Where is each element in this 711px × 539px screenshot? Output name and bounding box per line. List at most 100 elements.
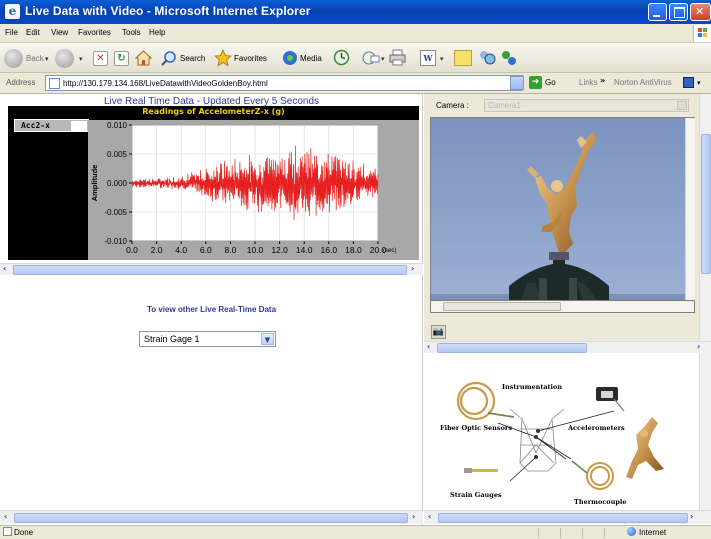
scroll-left-icon[interactable]: ‹ xyxy=(427,342,430,351)
norton-dropdown-icon[interactable]: ▾ xyxy=(697,79,701,87)
scroll-right-icon[interactable]: › xyxy=(690,512,693,521)
norton-icon[interactable] xyxy=(683,77,694,88)
x-tick-label: 16.0 xyxy=(321,245,338,255)
close-button[interactable] xyxy=(690,3,711,21)
msn-icon[interactable] xyxy=(500,49,518,67)
back-arrow-icon[interactable] xyxy=(4,49,23,68)
scroll-thumb[interactable] xyxy=(437,343,587,353)
camera-select-value[interactable]: Camera1 xyxy=(488,101,521,110)
folder-icon[interactable] xyxy=(454,50,472,66)
media-button[interactable]: Media xyxy=(300,54,322,63)
menu-bar: File Edit View Favorites Tools Help xyxy=(0,24,711,43)
data-source-select[interactable]: Strain Gage 1 ▼ xyxy=(139,331,276,347)
y-tick-label: -0.010 xyxy=(104,237,127,246)
page-icon xyxy=(3,527,12,536)
scroll-thumb[interactable] xyxy=(701,134,711,274)
title-bar: e Live Data with Video - Microsoft Inter… xyxy=(0,0,711,24)
chart-legend: Acc2-x xyxy=(14,119,89,132)
address-input[interactable]: http://130.179.134.168/LiveDatawithVideo… xyxy=(45,75,523,91)
scroll-right-icon[interactable]: › xyxy=(411,264,414,273)
scroll-thumb[interactable] xyxy=(438,513,688,523)
edit-dropdown-icon[interactable]: ▾ xyxy=(440,55,444,63)
chevron-down-icon[interactable]: ▼ xyxy=(261,333,274,345)
messenger-icon[interactable] xyxy=(478,49,496,67)
maximize-button[interactable] xyxy=(669,3,688,21)
page-icon xyxy=(49,78,60,89)
word-edit-icon[interactable]: W xyxy=(420,50,436,66)
menu-tools[interactable]: Tools xyxy=(122,28,141,37)
status-divider xyxy=(582,528,583,538)
chevron-more-icon[interactable]: » xyxy=(600,76,605,85)
address-dropdown-icon[interactable] xyxy=(510,76,524,90)
scroll-left-icon[interactable]: ‹ xyxy=(428,512,431,521)
search-button[interactable]: Search xyxy=(180,54,205,63)
address-url[interactable]: http://130.179.134.168/LiveDatawithVideo… xyxy=(63,79,268,88)
legend-swatch xyxy=(71,121,87,131)
stop-icon[interactable]: ✕ xyxy=(93,51,108,66)
media-icon[interactable] xyxy=(282,50,298,66)
favorites-button[interactable]: Favorites xyxy=(234,54,267,63)
right-frame-vertical-scrollbar[interactable] xyxy=(699,94,711,341)
mail-icon[interactable] xyxy=(362,50,380,66)
scroll-right-icon[interactable]: › xyxy=(697,342,700,351)
scroll-thumb[interactable] xyxy=(14,513,408,523)
right-bottom-horizontal-scrollbar[interactable]: ‹ › xyxy=(424,510,711,524)
x-tick-label: 2.0 xyxy=(151,245,163,255)
status-bar: Done Internet xyxy=(0,525,711,539)
status-text-wrap: Done xyxy=(3,527,33,537)
menu-favorites[interactable]: Favorites xyxy=(78,28,111,37)
ie-logo-icon: e xyxy=(5,4,20,19)
scroll-left-icon[interactable]: ‹ xyxy=(3,264,6,273)
x-tick-label: 12.0 xyxy=(271,245,288,255)
camera-select[interactable]: Camera1 xyxy=(484,99,689,112)
thermocouple-label: Thermocouple xyxy=(574,498,627,506)
norton-label[interactable]: Norton AntiVirus xyxy=(614,78,672,87)
back-button[interactable]: Back xyxy=(26,54,44,63)
go-arrow-icon[interactable]: ➜ xyxy=(529,76,542,89)
golden-boy-statue-video xyxy=(431,118,685,300)
scroll-left-icon[interactable]: ‹ xyxy=(4,512,7,521)
menu-help[interactable]: Help xyxy=(149,28,165,37)
x-tick-label: 4.0 xyxy=(175,245,187,255)
back-dropdown-icon[interactable]: ▾ xyxy=(45,55,49,63)
scroll-right-icon[interactable]: › xyxy=(412,512,415,521)
history-icon[interactable] xyxy=(333,49,350,66)
x-tick-label: 6.0 xyxy=(200,245,212,255)
forward-arrow-icon[interactable] xyxy=(55,49,74,68)
x-tick-label: 14.0 xyxy=(296,245,313,255)
minimize-button[interactable] xyxy=(648,3,667,21)
scroll-thumb[interactable] xyxy=(443,302,561,311)
legend-label: Acc2-x xyxy=(21,121,50,130)
video-vertical-scrollbar[interactable] xyxy=(685,118,695,300)
forward-dropdown-icon[interactable]: ▾ xyxy=(79,55,83,63)
other-data-label: To view other Live Real-Time Data xyxy=(146,305,277,314)
globe-icon xyxy=(627,527,636,536)
links-label[interactable]: Links xyxy=(579,78,598,87)
left-frame-horizontal-scrollbar[interactable]: ‹ › xyxy=(0,510,423,524)
strain-gauges-label: Strain Gauges xyxy=(450,491,502,499)
go-button[interactable]: Go xyxy=(545,78,556,87)
favorites-star-icon[interactable] xyxy=(213,48,233,67)
chart-horizontal-scrollbar[interactable]: ‹ › xyxy=(0,263,423,275)
right-frame-horizontal-scrollbar[interactable]: ‹ › xyxy=(424,341,711,353)
data-source-value[interactable]: Strain Gage 1 xyxy=(144,334,200,344)
mail-dropdown-icon[interactable]: ▾ xyxy=(381,55,385,63)
accelerometer-chart: 0.0 2.0 4.0 6.0 8.0 10.0 12.0 14.0 16.0 18.0 20.00… xyxy=(90,121,396,255)
chevron-down-icon[interactable] xyxy=(677,101,687,110)
menu-edit[interactable]: Edit xyxy=(26,28,40,37)
fiber-optic-label: Fiber Optic Sensors xyxy=(440,424,512,432)
refresh-icon[interactable]: ↻ xyxy=(114,51,129,66)
y-tick-label: 0.000 xyxy=(107,179,128,188)
camera-snapshot-icon[interactable]: 📷 xyxy=(431,325,446,339)
menu-file[interactable]: File xyxy=(5,28,18,37)
print-icon[interactable] xyxy=(389,49,406,66)
video-horizontal-scrollbar[interactable] xyxy=(430,301,695,313)
x-tick-label: 10.0 xyxy=(247,245,264,255)
scroll-thumb[interactable] xyxy=(13,265,407,275)
instrumentation-title: Instrumentation xyxy=(502,383,563,391)
home-icon[interactable] xyxy=(134,50,153,66)
status-divider xyxy=(560,528,561,538)
search-icon[interactable] xyxy=(160,50,178,68)
instrumentation-vertical-scrollbar[interactable] xyxy=(699,353,711,511)
menu-view[interactable]: View xyxy=(51,28,68,37)
